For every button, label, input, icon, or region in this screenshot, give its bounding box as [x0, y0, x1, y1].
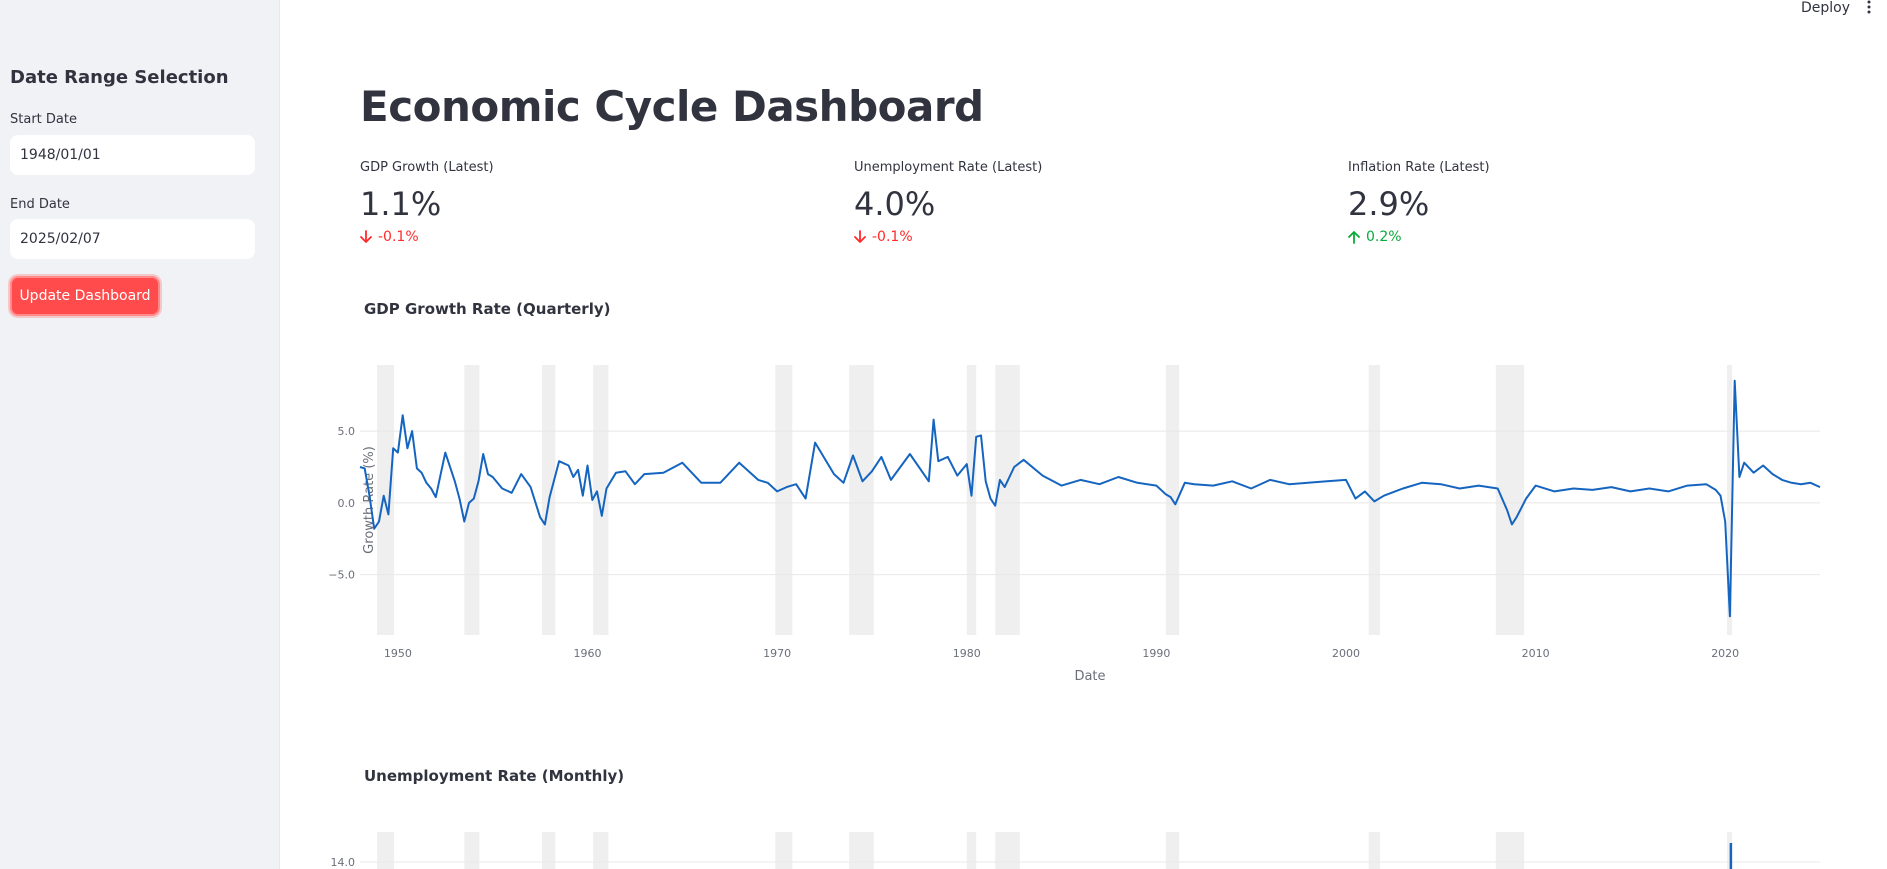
x-tick-label: 1970 [763, 647, 791, 660]
y-tick-label: 5.0 [338, 425, 356, 438]
recession-band [1495, 365, 1525, 635]
y-tick-label: −5.0 [328, 569, 355, 582]
x-tick-label: 2020 [1711, 647, 1739, 660]
x-axis-title: Date [1074, 669, 1105, 684]
app-root: Date Range Selection Start Date 1948/01/… [0, 0, 1887, 869]
recession-band [593, 365, 609, 635]
x-tick-label: 1950 [384, 647, 412, 660]
recession-band [377, 832, 395, 869]
gdp-series-line [359, 379, 1821, 618]
y-tick-label: 0.0 [338, 497, 356, 510]
recession-band [995, 365, 1020, 635]
x-tick-label: 1980 [953, 647, 981, 660]
y-tick-label: 14.0 [331, 856, 356, 869]
unemployment-chart-title: Unemployment Rate (Monthly) [364, 767, 625, 785]
recession-band [995, 832, 1020, 869]
recession-band [775, 365, 793, 635]
recession-band [775, 832, 793, 869]
recession-band [464, 832, 480, 869]
recession-band [849, 832, 874, 869]
recession-band [1165, 832, 1180, 869]
recession-band [542, 832, 556, 869]
recession-band [1495, 832, 1525, 869]
x-tick-label: 1960 [574, 647, 602, 660]
gdp-growth-chart[interactable]: 5.0 0.0 −5.0 1950 1960 1970 1980 1990 2000 2010 20… [0, 0, 1887, 869]
recession-band [966, 365, 977, 635]
recession-band [849, 365, 874, 635]
x-tick-label: 2010 [1522, 647, 1550, 660]
x-tick-label: 1990 [1142, 647, 1170, 660]
recession-band [966, 832, 977, 869]
recession-band [1368, 832, 1381, 869]
recession-band [593, 832, 609, 869]
x-tick-label: 2000 [1332, 647, 1360, 660]
